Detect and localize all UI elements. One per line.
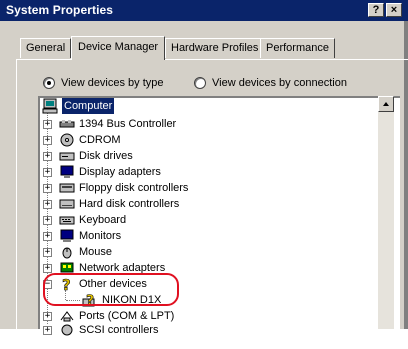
cdrom-icon	[60, 133, 74, 147]
radio-button[interactable]	[194, 77, 206, 89]
expand-plus-icon[interactable]: +	[43, 216, 52, 225]
expand-plus-icon[interactable]: +	[43, 168, 52, 177]
expand-plus-icon[interactable]: +	[43, 200, 52, 209]
computer-icon	[42, 98, 58, 114]
tree-scrollbar[interactable]	[378, 96, 394, 329]
system-properties-window: System Properties ? × General Device Man…	[0, 0, 408, 349]
expand-plus-icon[interactable]: +	[43, 152, 52, 161]
hard-disk-controller-icon	[59, 199, 75, 209]
expand-plus-icon[interactable]: +	[43, 248, 52, 257]
tree-item[interactable]: + SCSI controllers	[43, 322, 158, 338]
monitor-icon	[60, 229, 74, 242]
window-title: System Properties	[6, 3, 114, 17]
expand-plus-icon[interactable]: +	[43, 136, 52, 145]
tree-item[interactable]: + CDROM	[43, 132, 121, 148]
tab-device-manager[interactable]: Device Manager	[71, 36, 166, 60]
bus-controller-icon	[59, 120, 75, 128]
help-button[interactable]: ?	[368, 3, 384, 17]
tree-label: Hard disk controllers	[79, 198, 180, 210]
display-adapter-icon	[60, 165, 74, 178]
disk-drive-icon	[59, 152, 75, 161]
radio-label-by-connection: View devices by connection	[212, 77, 347, 89]
keyboard-icon	[59, 216, 75, 225]
expand-plus-icon[interactable]: +	[43, 326, 52, 335]
tab-general[interactable]: General	[20, 38, 72, 58]
radio-view-by-connection[interactable]: View devices by connection	[194, 75, 347, 91]
floppy-controller-icon	[59, 183, 75, 193]
tree-item[interactable]: + Display adapters	[43, 164, 161, 180]
annotation-highlight-ring	[43, 273, 179, 306]
tree-label: CDROM	[79, 134, 121, 146]
scsi-icon	[61, 324, 73, 336]
scroll-up-arrow-icon[interactable]	[378, 96, 394, 112]
tree-label: Disk drives	[79, 150, 133, 162]
tab-performance[interactable]: Performance	[260, 38, 335, 58]
tree-item[interactable]: + Hard disk controllers	[43, 196, 179, 212]
tree-root-computer[interactable]: Computer	[42, 98, 115, 114]
expand-plus-icon[interactable]: +	[43, 184, 52, 193]
tab-hardware-profiles[interactable]: Hardware Profiles	[165, 38, 265, 58]
mouse-icon	[62, 247, 72, 259]
radio-view-by-type[interactable]: View devices by type	[43, 75, 164, 91]
tree-item[interactable]: + Keyboard	[43, 212, 126, 228]
tree-label: Display adapters	[79, 166, 161, 178]
tree-item[interactable]: + Disk drives	[43, 148, 133, 164]
tree-label: Floppy disk controllers	[79, 182, 189, 194]
tree-item[interactable]: + Monitors	[43, 228, 121, 244]
tree-item[interactable]: + 1394 Bus Controller	[43, 116, 176, 132]
close-button[interactable]: ×	[386, 3, 402, 17]
radio-label-by-type: View devices by type	[61, 77, 164, 89]
tree-item[interactable]: + Mouse	[43, 244, 112, 260]
tree-label-computer: Computer	[62, 98, 115, 114]
radio-button-selected[interactable]	[43, 77, 55, 89]
tree-label: 1394 Bus Controller	[79, 118, 177, 130]
title-bar[interactable]: System Properties ? ×	[0, 0, 408, 21]
tree-label: SCSI controllers	[79, 324, 159, 336]
tree-label: Keyboard	[79, 214, 127, 226]
tree-label: Mouse	[79, 246, 113, 258]
expand-plus-icon[interactable]: +	[43, 232, 52, 241]
expand-plus-icon[interactable]: +	[43, 312, 52, 321]
expand-plus-icon[interactable]: +	[43, 120, 52, 129]
expand-plus-icon[interactable]: +	[43, 264, 52, 273]
tree-label: Monitors	[79, 230, 122, 242]
tree-item[interactable]: + Floppy disk controllers	[43, 180, 188, 196]
